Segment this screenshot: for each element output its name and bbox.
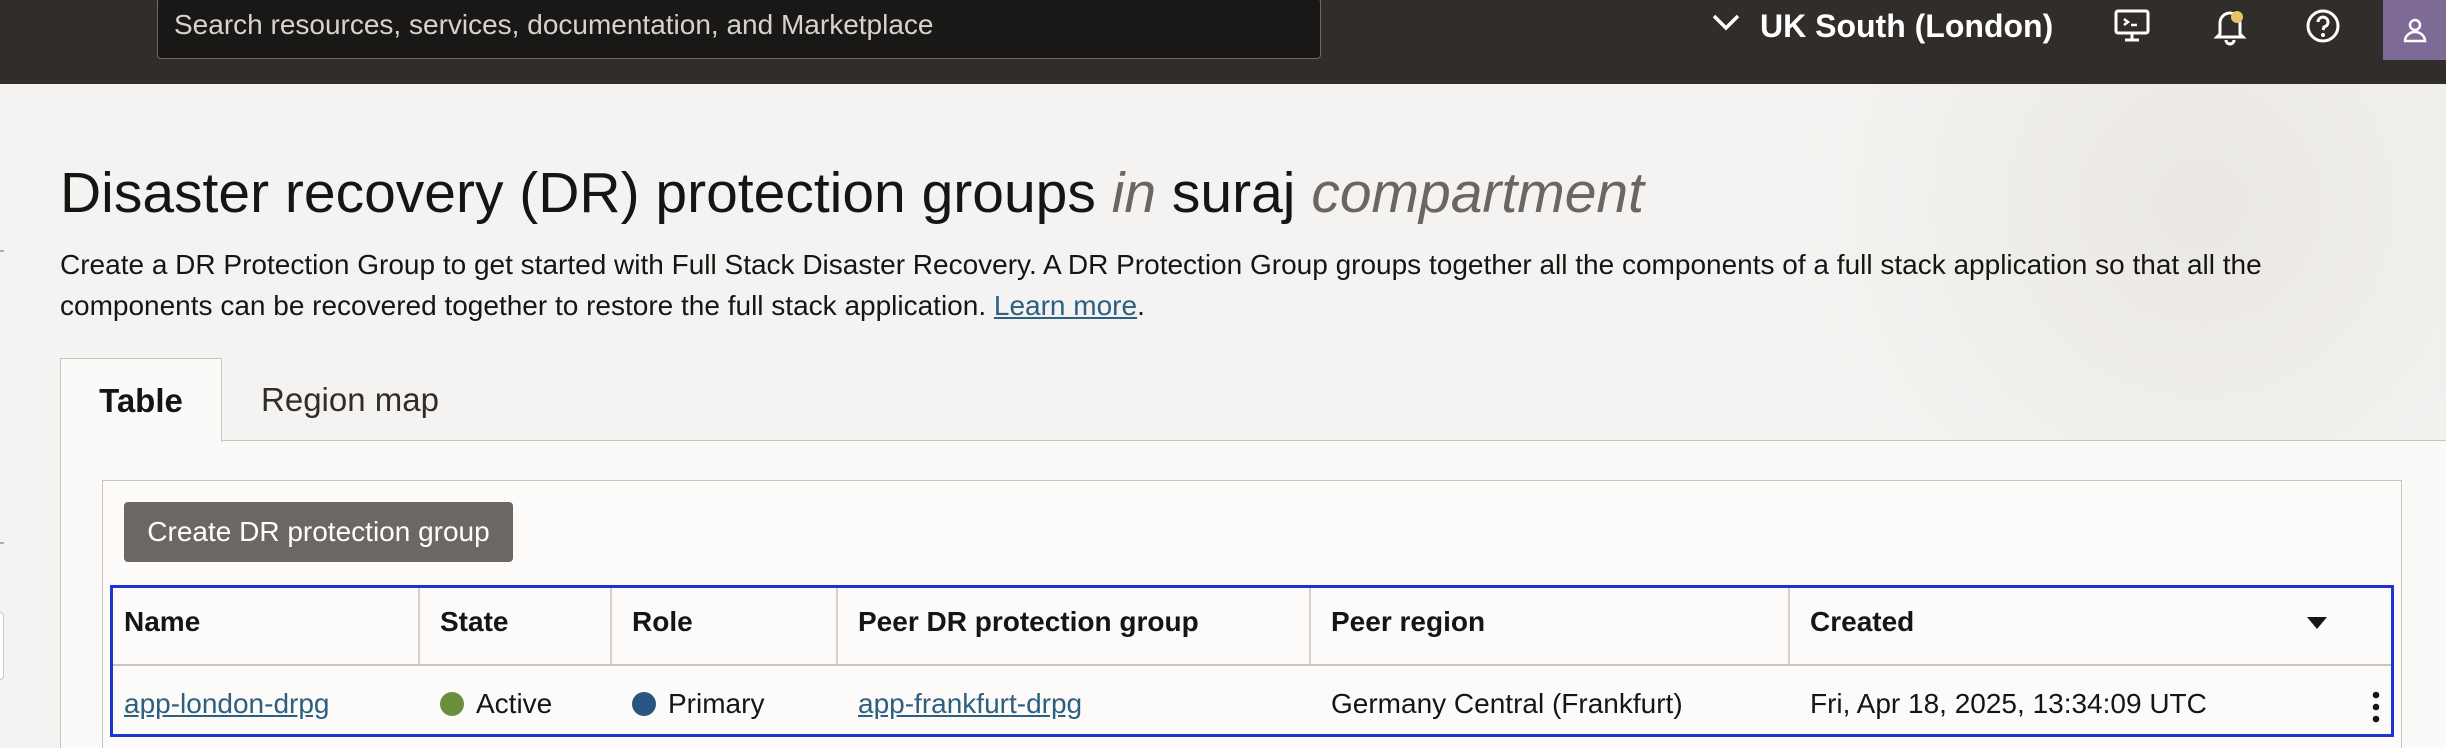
avatar[interactable] [2383, 0, 2446, 60]
user-icon [2403, 18, 2426, 43]
region-label: UK South (London) [1760, 7, 2054, 44]
region-selector[interactable]: UK South (London) [1710, 0, 2053, 52]
page-title-in: in [1111, 161, 1157, 225]
left-edge-marker [0, 542, 4, 544]
cloud-shell-icon[interactable] [2112, 6, 2152, 46]
table-highlight-box [110, 585, 2394, 737]
learn-more-link[interactable]: Learn more [994, 290, 1137, 321]
side-panel-handle[interactable] [0, 612, 4, 680]
page-description: Create a DR Protection Group to get star… [60, 244, 2360, 326]
description-text: Create a DR Protection Group to get star… [60, 249, 2262, 321]
tab-region-map[interactable]: Region map [240, 360, 460, 440]
notifications-bell-icon[interactable] [2210, 6, 2250, 46]
chevron-down-icon [1710, 6, 1742, 46]
left-edge-marker [0, 250, 4, 252]
create-dr-protection-group-button[interactable]: Create DR protection group [124, 502, 513, 562]
page-title-main: Disaster recovery (DR) protection groups [60, 161, 1096, 225]
compartment-name: suraj [1171, 161, 1296, 225]
search-input[interactable]: Search resources, services, documentatio… [157, 0, 1321, 59]
page-title: Disaster recovery (DR) protection groups… [60, 160, 1644, 226]
top-navigation-bar: Search resources, services, documentatio… [0, 0, 2446, 84]
tab-table[interactable]: Table [60, 358, 222, 442]
page-title-compartment-word: compartment [1311, 161, 1644, 225]
description-period: . [1137, 290, 1145, 321]
help-icon[interactable] [2303, 6, 2343, 46]
